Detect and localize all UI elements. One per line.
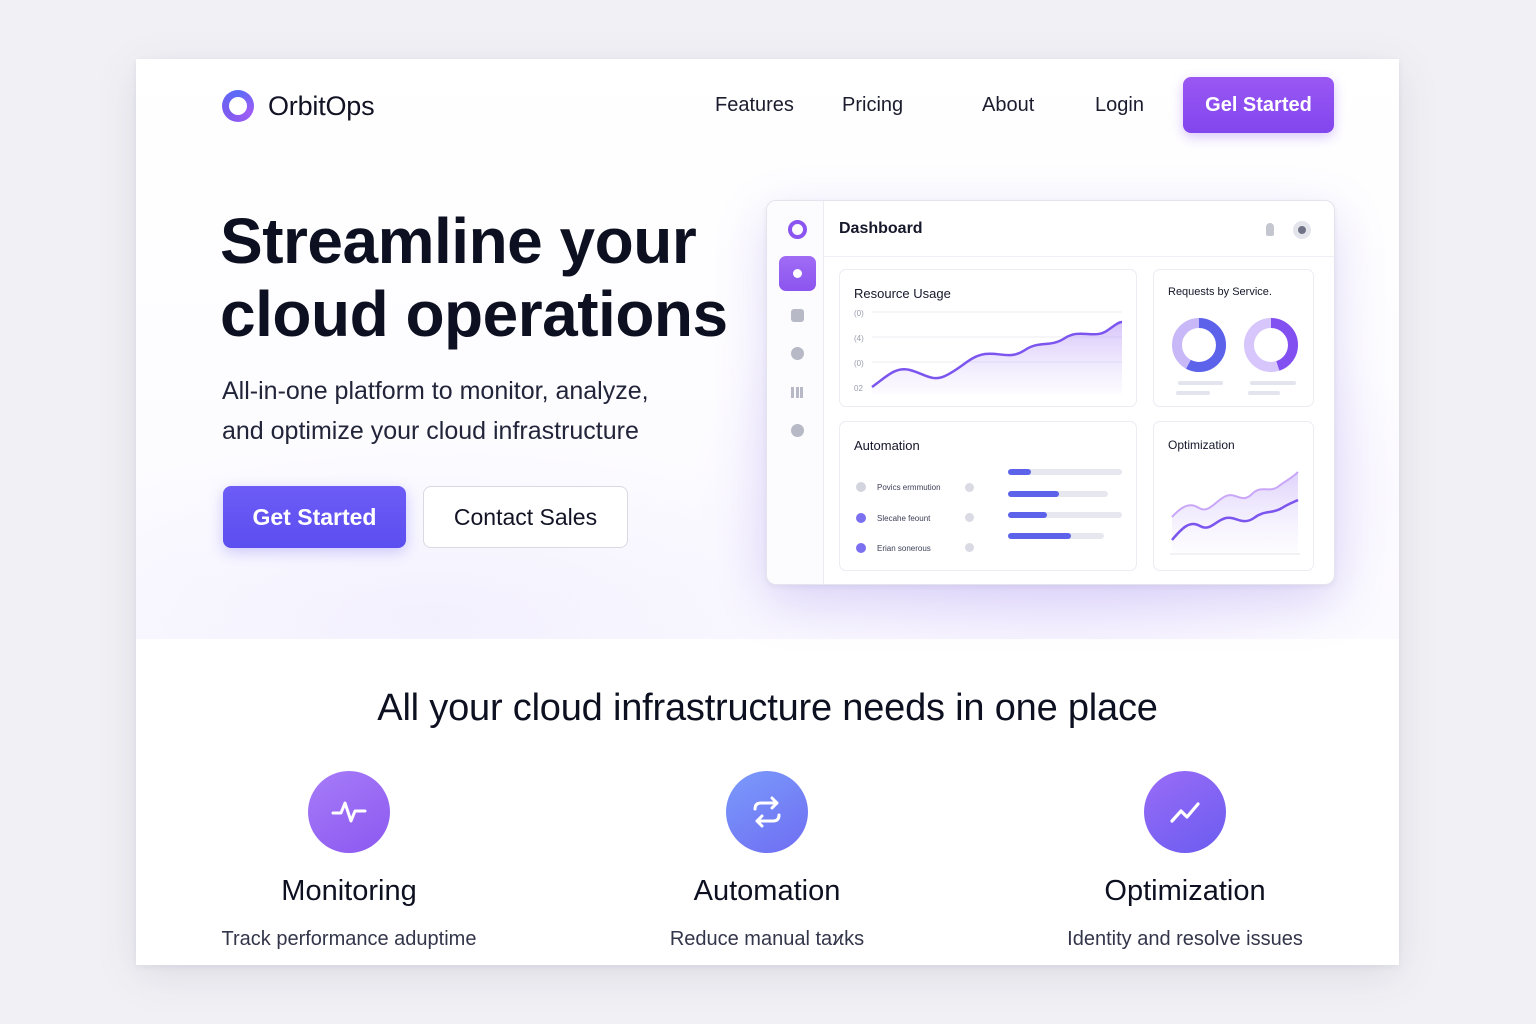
feature-description: Reduce manual taϰks — [669, 928, 865, 950]
automation-row[interactable]: Povics ermmution — [856, 482, 941, 492]
dashboard-preview: Dashboard Resource Usage (0) (4) (0) 02 — [766, 200, 1335, 585]
feature-name: Monitoring — [281, 875, 417, 907]
legend-placeholder — [1248, 391, 1280, 395]
status-dot — [856, 543, 866, 553]
optimization-chart — [1170, 471, 1300, 555]
feature-description: Track performance aduptime — [221, 928, 477, 950]
status-dot — [856, 482, 866, 492]
toggle-dot[interactable] — [965, 483, 974, 492]
orbit-logo-icon — [222, 90, 254, 122]
feature-optimization: Optimization Identity and resolve issues — [995, 771, 1375, 951]
feature-description: Identity and resolve issues — [1067, 928, 1303, 950]
automation-bar-fill — [1008, 512, 1047, 518]
automation-row-label: Slecahe feount — [877, 513, 931, 523]
toggle-dot[interactable] — [965, 543, 974, 552]
automation-title: Automation — [854, 438, 920, 453]
requests-donut-charts — [1172, 318, 1298, 372]
resource-usage-card: Resource Usage (0) (4) (0) 02 — [839, 269, 1137, 407]
nav-get-started-button[interactable]: Gel Started — [1183, 77, 1334, 133]
automation-row[interactable]: Slecahe feount — [856, 513, 930, 523]
dashboard-divider — [824, 256, 1334, 257]
sidebar-circle-icon[interactable] — [791, 347, 804, 360]
automation-bar — [1008, 512, 1122, 518]
automation-bar — [1008, 491, 1108, 497]
get-started-button[interactable]: Get Started — [223, 486, 406, 548]
hero-subtitle-line1: All-in-one platform to monitor, analyze, — [222, 377, 649, 405]
automation-bar — [1008, 533, 1104, 539]
automation-row-label: Erian sonerous — [877, 543, 931, 553]
dashboard-sidebar — [767, 201, 824, 584]
hero-subtitle-line2: and optimize your cloud infrastructure — [222, 417, 639, 445]
automation-bar-fill — [1008, 469, 1031, 475]
sidebar-settings-icon[interactable] — [791, 424, 804, 437]
status-dot — [856, 513, 866, 523]
dashboard-title: Dashboard — [839, 220, 923, 237]
sidebar-camera-icon[interactable] — [791, 309, 804, 322]
automation-bar-fill — [1008, 533, 1071, 539]
automation-row[interactable]: Erian sonerous — [856, 543, 931, 553]
hero-subtitle: All-in-one platform to monitor, analyze,… — [222, 371, 702, 451]
feature-monitoring: Monitoring Track performance aduptime — [159, 771, 539, 951]
hero-title: Streamline your cloud operations — [220, 205, 780, 351]
nav-link-pricing[interactable]: Pricing — [842, 94, 903, 117]
legend-placeholder — [1178, 381, 1223, 385]
sidebar-item-home[interactable] — [779, 256, 816, 291]
feature-name: Optimization — [1104, 875, 1266, 907]
hero-title-line1: Streamline your — [220, 205, 697, 277]
contact-sales-button[interactable]: Contact Sales — [423, 486, 628, 548]
toggle-dot[interactable] — [965, 513, 974, 522]
feature-name: Automation — [693, 875, 841, 907]
sync-arrows-icon — [726, 771, 808, 853]
nav-link-login[interactable]: Login — [1095, 94, 1144, 117]
sidebar-chart-icon[interactable] — [791, 387, 803, 398]
brand-logo[interactable]: OrbitOps — [222, 90, 375, 122]
donut-left — [1172, 318, 1226, 372]
automation-row-label: Povics ermmution — [877, 482, 941, 492]
automation-card: Automation Povics ermmution Slecahe feou… — [839, 421, 1137, 571]
bell-icon[interactable] — [1266, 223, 1274, 236]
feature-automation: Automation Reduce manual taϰks — [577, 771, 957, 951]
pulse-icon — [308, 771, 390, 853]
automation-bar — [1008, 469, 1122, 475]
landing-page: OrbitOps Features Pricing About Login Ge… — [136, 59, 1399, 965]
legend-placeholder — [1250, 381, 1296, 385]
nav-link-features[interactable]: Features — [715, 94, 794, 117]
hero-title-line2: cloud operations — [220, 278, 728, 350]
automation-bar-fill — [1008, 491, 1059, 497]
donut-right — [1244, 318, 1298, 372]
legend-placeholder — [1176, 391, 1210, 395]
brand-name: OrbitOps — [268, 90, 375, 121]
features-heading: All your cloud infrastructure needs in o… — [377, 687, 1158, 729]
trend-up-icon — [1144, 771, 1226, 853]
sidebar-logo-icon — [788, 220, 807, 239]
resource-usage-chart — [871, 311, 1123, 394]
nav-link-about[interactable]: About — [982, 94, 1034, 117]
optimization-card: Optimization — [1153, 421, 1314, 571]
avatar[interactable] — [1293, 221, 1311, 239]
requests-card: Requests by Service. — [1153, 269, 1314, 407]
